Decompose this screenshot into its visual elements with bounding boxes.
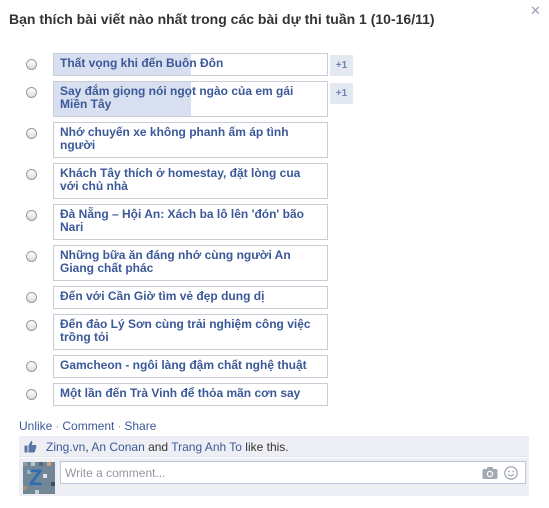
close-icon[interactable]: ✕ [530,4,541,19]
likes-bar: Zing.vn, An Conan and Trang Anh To like … [19,436,529,457]
unlike-link[interactable]: Unlike [19,419,52,433]
likes-text: Zing.vn, An Conan and Trang Anh To like … [46,440,289,454]
option-label: Đà Nẵng – Hội An: Xách ba lô lên 'đón' b… [60,207,304,234]
option-box[interactable]: Đến đảo Lý Sơn cùng trải nghiệm công việ… [53,314,328,350]
radio-button[interactable] [26,87,37,98]
separator: · [55,419,60,433]
comment-link[interactable]: Comment [62,419,114,433]
option-label: Say đắm giọng nói ngọt ngào của em gái M… [60,84,294,111]
separator: · [117,419,122,433]
option-box[interactable]: Say đắm giọng nói ngọt ngào của em gái M… [53,81,328,117]
camera-icon[interactable] [482,466,498,480]
poll-title: Bạn thích bài viết nào nhất trong các bà… [9,11,435,27]
comment-input[interactable]: Write a comment... [60,461,526,484]
option-box[interactable]: Những bữa ăn đáng nhớ cùng người An Gian… [53,245,328,281]
radio-button[interactable] [26,292,37,303]
option-box[interactable]: Đến với Cần Giờ tìm vẻ đẹp dung dị [53,286,328,309]
emoji-icon[interactable] [504,466,518,480]
avatar-letter: Z [29,465,43,490]
radio-button[interactable] [26,320,37,331]
radio-button[interactable] [26,210,37,221]
radio-button[interactable] [26,251,37,262]
likes-conjunction: and [144,440,172,454]
radio-button[interactable] [26,361,37,372]
option-label: Những bữa ăn đáng nhớ cùng người An Gian… [60,248,291,275]
option-label: Một lần đến Trà Vinh để thỏa mãn cơn say [60,386,301,400]
avatar: Z [23,462,55,494]
option-label: Đến với Cần Giờ tìm vẻ đẹp dung dị [60,289,265,303]
option-box[interactable]: Đà Nẵng – Hội An: Xách ba lô lên 'đón' b… [53,204,328,240]
vote-count-badge[interactable]: +1 [330,83,353,104]
radio-button[interactable] [26,59,37,70]
radio-button[interactable] [26,169,37,180]
vote-count-badge[interactable]: +1 [330,55,353,76]
option-label: Thất vọng khi đến Buôn Đôn [60,56,224,70]
option-box[interactable]: Một lần đến Trà Vinh để thỏa mãn cơn say [53,383,328,406]
comment-placeholder: Write a comment... [65,466,166,480]
option-label: Đến đảo Lý Sơn cùng trải nghiệm công việ… [60,317,311,344]
option-box[interactable]: Khách Tây thích ở homestay, đặt lòng cua… [53,163,328,199]
likes-suffix: like this. [241,440,289,454]
liker-link[interactable]: Trang Anh To [171,440,242,454]
radio-button[interactable] [26,389,37,400]
comment-composer: Z Write a comment... [19,458,529,496]
option-label: Khách Tây thích ở homestay, đặt lòng cua… [60,166,301,193]
option-label: Gamcheon - ngôi làng đậm chất nghệ thuật [60,358,307,372]
thumbs-up-icon [24,440,37,453]
option-box[interactable]: Nhớ chuyến xe không phanh ấm áp tình ngư… [53,122,328,158]
option-label: Nhớ chuyến xe không phanh ấm áp tình ngư… [60,125,289,152]
option-box[interactable]: Thất vọng khi đến Buôn Đôn [53,53,328,76]
option-box[interactable]: Gamcheon - ngôi làng đậm chất nghệ thuật [53,355,328,378]
liker-link[interactable]: Zing.vn [46,440,85,454]
share-link[interactable]: Share [124,419,156,433]
liker-link[interactable]: An Conan [91,440,144,454]
post-actions: Unlike · Comment · Share [19,419,156,433]
radio-button[interactable] [26,128,37,139]
